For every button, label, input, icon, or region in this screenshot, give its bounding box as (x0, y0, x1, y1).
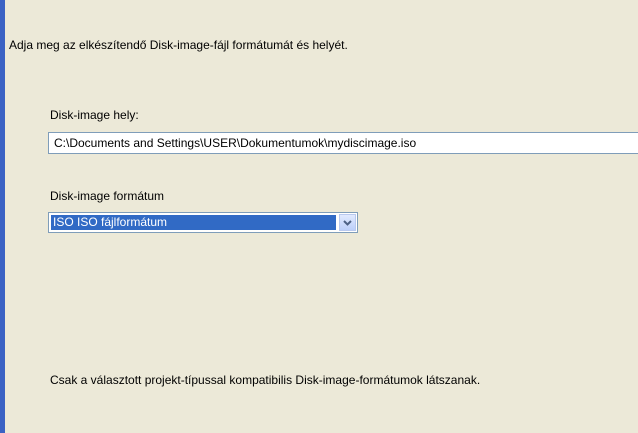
disk-image-location-label: Disk-image hely: (50, 108, 139, 122)
disk-image-location-input[interactable]: C:\Documents and Settings\USER\Dokumentu… (48, 132, 638, 154)
left-accent-bar (0, 0, 5, 433)
disk-image-format-label: Disk-image formátum (50, 189, 165, 203)
disk-image-format-select[interactable]: ISO ISO fájlformátum (48, 212, 358, 233)
disk-image-format-selected-value: ISO ISO fájlformátum (51, 215, 336, 230)
chevron-down-icon (343, 219, 352, 226)
compatibility-note: Csak a választott projekt-típussal kompa… (50, 373, 481, 387)
format-dropdown-button[interactable] (339, 214, 356, 231)
disk-image-location-value: C:\Documents and Settings\USER\Dokumentu… (54, 136, 417, 150)
instruction-text: Adja meg az elkészítendő Disk-image-fájl… (9, 38, 348, 52)
